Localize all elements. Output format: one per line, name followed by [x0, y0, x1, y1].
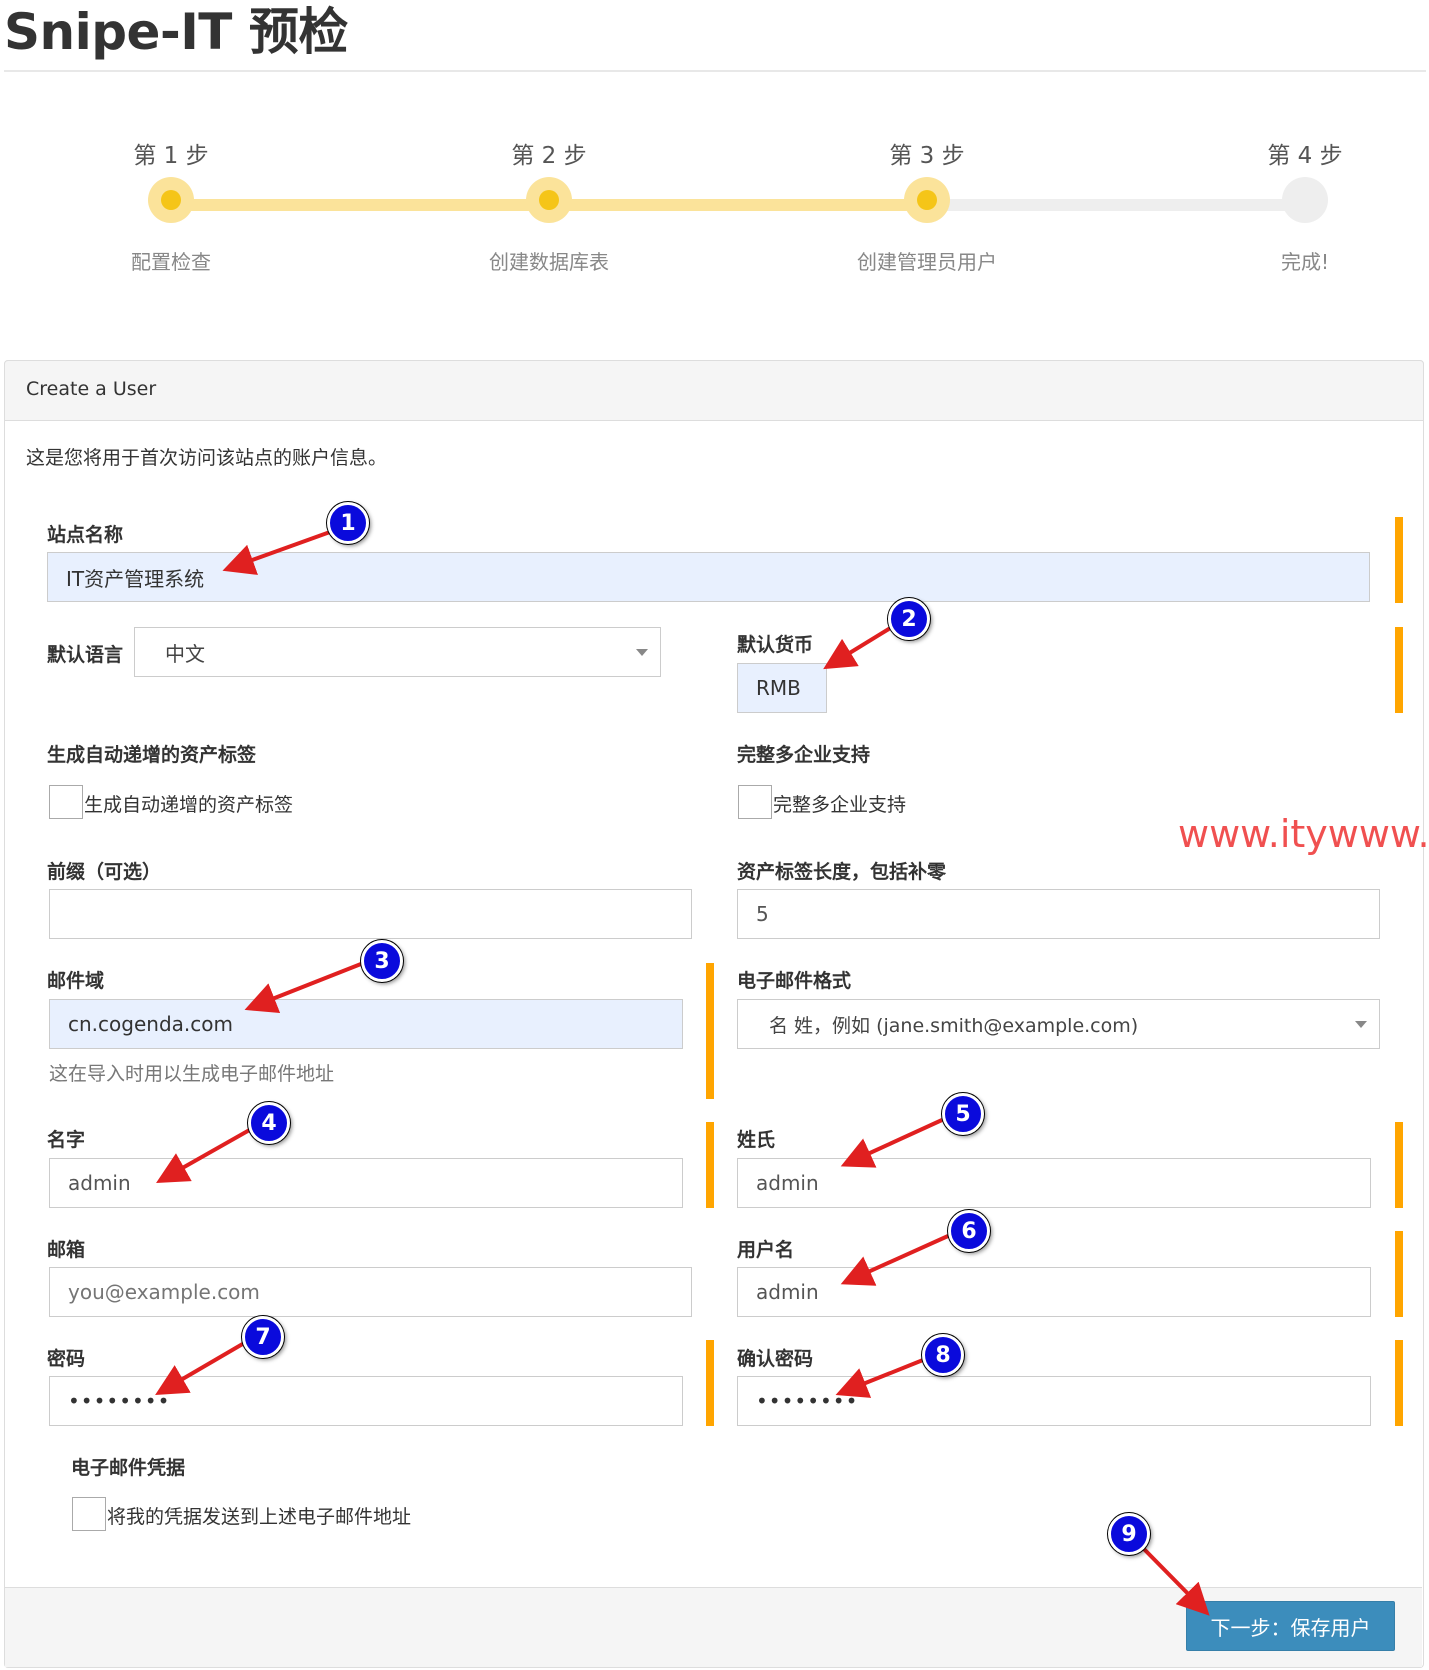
- annotation-badge-5: 5: [942, 1093, 984, 1135]
- annotation-arrow-6: [840, 1234, 949, 1286]
- annotation-badge-7: 7: [242, 1316, 284, 1358]
- annotation-badge-2: 2: [888, 598, 930, 640]
- annotation-badge-6: 6: [948, 1210, 990, 1252]
- annotation-arrow-1: [222, 530, 331, 575]
- annotation-arrow-9: [1141, 1546, 1210, 1616]
- annotation-badge-1: 1: [327, 502, 369, 544]
- annotation-badge-4: 4: [248, 1102, 290, 1144]
- annotation-badge-3: 3: [361, 940, 403, 982]
- annotation-arrow-5: [840, 1118, 943, 1168]
- annotation-arrow-2: [823, 625, 894, 670]
- annotation-badge-9: 9: [1108, 1513, 1150, 1555]
- annotation-arrow-4: [156, 1126, 254, 1183]
- annotation-badge-8: 8: [922, 1334, 964, 1376]
- annotation-arrow-3: [244, 960, 367, 1014]
- annotation-arrows: [155, 530, 1210, 1616]
- annotation-arrow-8: [835, 1358, 924, 1398]
- annotation-arrow-7: [155, 1340, 248, 1396]
